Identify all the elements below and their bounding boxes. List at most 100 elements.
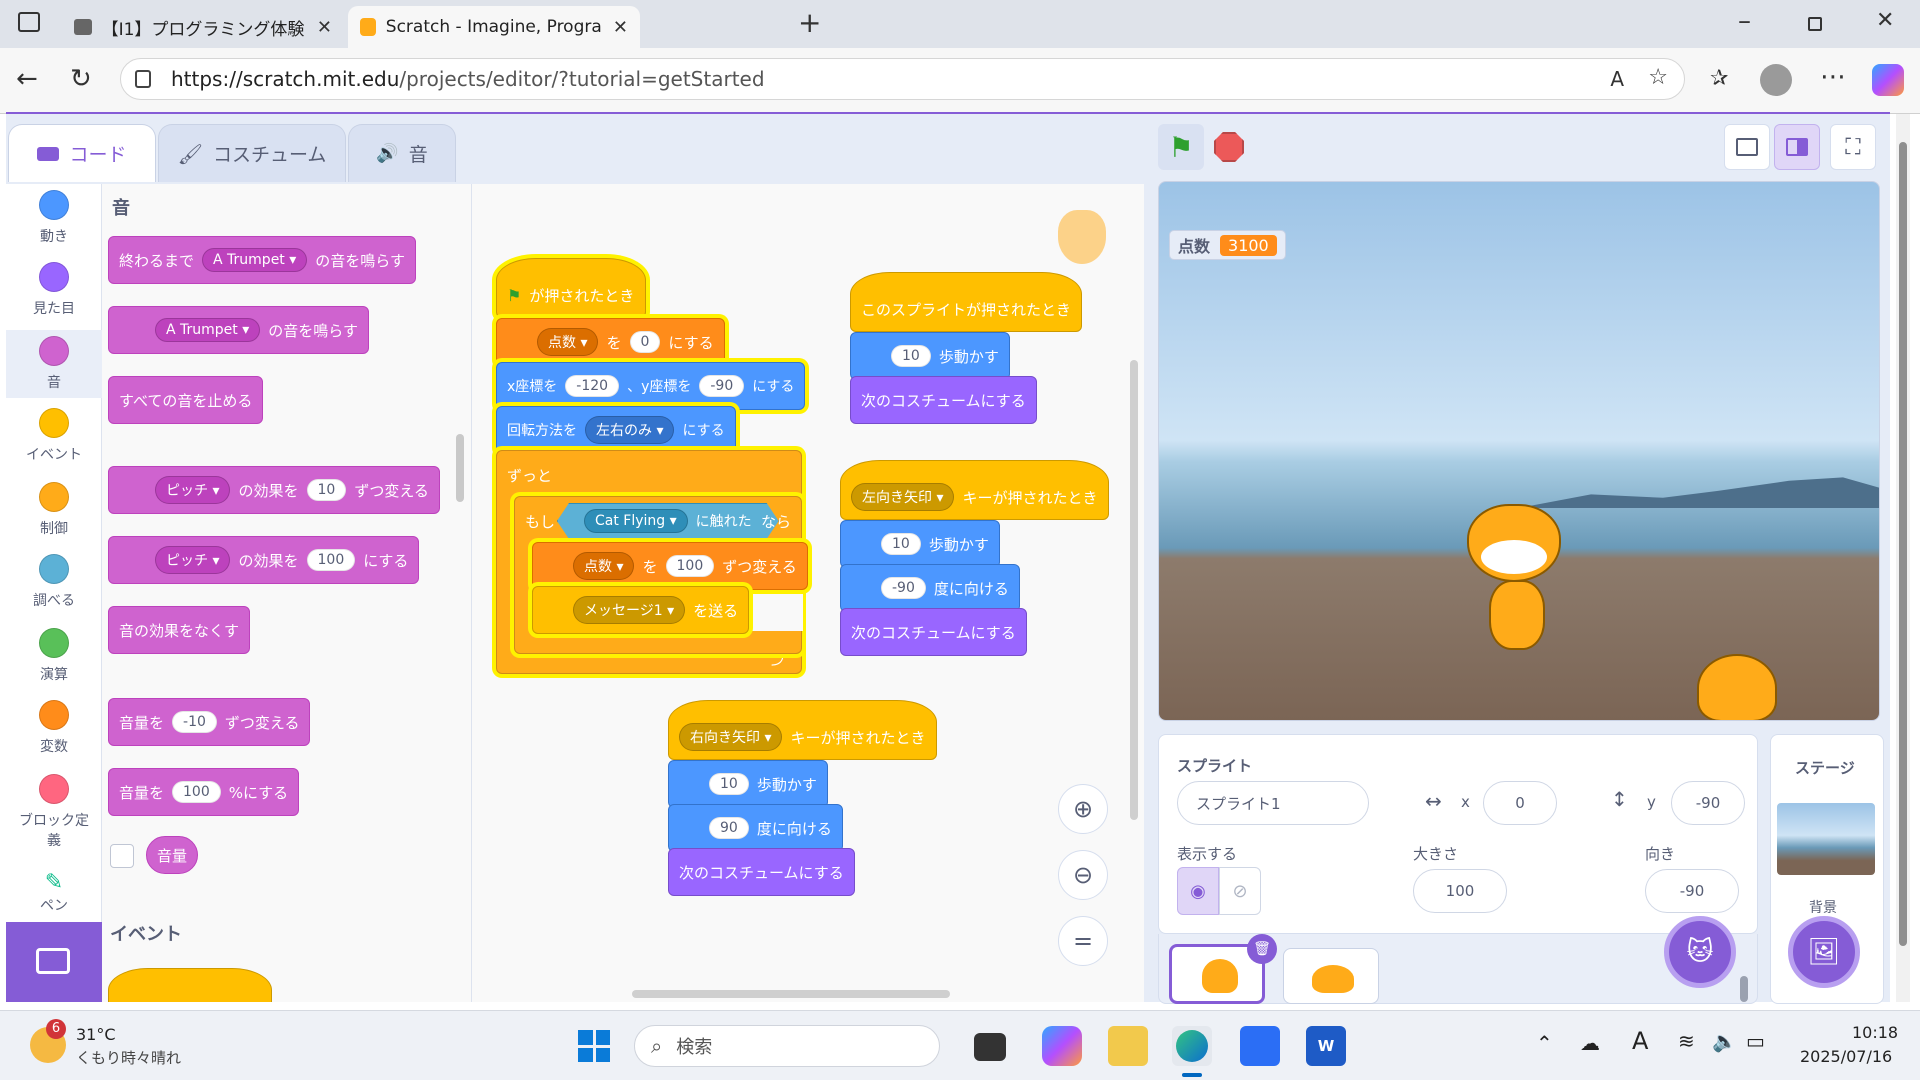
favorite-star-icon[interactable]: ☆ — [1648, 65, 1668, 90]
show-hidden-button[interactable]: ⊘ — [1219, 867, 1261, 915]
steps-input[interactable]: 10 — [891, 345, 931, 367]
workspace-vscrollbar[interactable] — [1130, 360, 1138, 820]
message-dropdown[interactable]: メッセージ1 ▾ — [573, 596, 686, 624]
block-next-costume[interactable]: 次のコスチュームにする — [668, 848, 855, 896]
key-dropdown[interactable]: 右向き矢印 ▾ — [679, 723, 783, 751]
task-view-icon[interactable] — [974, 1033, 1006, 1061]
file-explorer-icon[interactable] — [1108, 1026, 1148, 1066]
block-point-direction[interactable]: 90 度に向ける — [668, 804, 843, 852]
block-when-flag-clicked[interactable]: ⚑ が押されたとき — [496, 258, 646, 318]
category-looks[interactable]: 見た目 — [6, 262, 102, 318]
address-bar[interactable]: https://scratch.mit.edu/projects/editor/… — [120, 58, 1685, 100]
y-position-input[interactable]: -90 — [1671, 781, 1745, 825]
show-hidden-icons[interactable]: ⌃ — [1536, 1031, 1553, 1055]
block-broadcast[interactable]: メッセージ1 ▾ を送る — [532, 586, 750, 634]
category-variables[interactable]: 変数 — [6, 700, 102, 756]
tab-costumes[interactable]: 🖌 コスチューム — [158, 124, 346, 182]
value-input[interactable]: 100 — [306, 549, 356, 571]
sidebar-toggle-icon[interactable] — [18, 12, 40, 32]
add-backdrop-button[interactable]: 🖼 — [1788, 916, 1860, 988]
zoom-reset-button[interactable]: = — [1058, 916, 1108, 966]
onedrive-icon[interactable]: ☁ — [1580, 1031, 1600, 1055]
touching-condition[interactable]: Cat Flying ▾ に触れた — [557, 503, 779, 539]
effect-dropdown[interactable]: ピッチ ▾ — [155, 546, 231, 574]
sound-dropdown[interactable]: A Trumpet ▾ — [202, 248, 308, 272]
palette-scrollbar[interactable] — [456, 434, 464, 502]
stage-canvas[interactable]: 点数 3100 — [1158, 181, 1880, 721]
clock-time[interactable]: 10:18 — [1852, 1023, 1898, 1042]
fullscreen-button[interactable]: ⛶ — [1830, 124, 1876, 170]
battery-icon[interactable]: ▭ — [1746, 1029, 1765, 1053]
more-menu-icon[interactable]: ⋯ — [1820, 62, 1846, 92]
ime-icon[interactable]: A — [1632, 1027, 1648, 1055]
minimize-icon[interactable]: – — [1738, 6, 1751, 36]
category-sensing[interactable]: 調べる — [6, 554, 102, 610]
category-operators[interactable]: 演算 — [6, 628, 102, 684]
small-stage-button[interactable] — [1724, 124, 1770, 170]
close-tab-icon[interactable]: ✕ — [613, 17, 628, 38]
close-window-icon[interactable]: ✕ — [1876, 8, 1894, 33]
tab-code[interactable]: コード — [8, 124, 156, 182]
block-stop-all-sounds[interactable]: すべての音を止める — [108, 376, 264, 424]
block-move-steps[interactable]: 10 歩動かす — [850, 332, 1010, 380]
block-set-pitch-effect[interactable]: ピッチ ▾ の効果を 100 にする — [108, 536, 420, 584]
category-my-blocks[interactable]: ブロック定義 — [6, 774, 102, 850]
block-next-costume[interactable]: 次のコスチュームにする — [840, 608, 1027, 656]
x-position-input[interactable]: 0 — [1483, 781, 1557, 825]
workspace-hscrollbar[interactable] — [632, 990, 950, 998]
category-events[interactable]: イベント — [6, 408, 102, 464]
store-icon[interactable] — [1240, 1026, 1280, 1066]
wifi-icon[interactable]: ≋ — [1678, 1029, 1695, 1053]
key-dropdown[interactable]: 左向き矢印 ▾ — [851, 483, 955, 511]
effect-dropdown[interactable]: ピッチ ▾ — [155, 476, 231, 504]
back-icon[interactable]: ← — [16, 64, 38, 94]
refresh-icon[interactable]: ↻ — [70, 64, 92, 94]
steps-input[interactable]: 10 — [709, 773, 749, 795]
close-tab-icon[interactable]: ✕ — [317, 17, 332, 38]
copilot-icon[interactable] — [1872, 64, 1904, 96]
block-clear-sound-effects[interactable]: 音の効果をなくす — [108, 606, 251, 654]
delete-sprite-button[interactable]: 🗑 — [1247, 934, 1277, 964]
value-input[interactable]: 0 — [629, 331, 661, 353]
block-play-until-done[interactable]: 終わるまで A Trumpet ▾ の音を鳴らす — [108, 236, 416, 284]
sprite-dropdown[interactable]: Cat Flying ▾ — [584, 509, 688, 533]
block-set-volume[interactable]: 音量を 100 %にする — [108, 768, 300, 816]
category-sound[interactable]: 音 — [6, 330, 102, 398]
value-input[interactable]: 10 — [306, 479, 347, 501]
y-input[interactable]: -90 — [699, 375, 745, 397]
stop-button[interactable] — [1206, 124, 1252, 170]
category-motion[interactable]: 動き — [6, 190, 102, 246]
page-scrollbar[interactable] — [1896, 114, 1910, 1002]
block-event-hat-partial[interactable] — [108, 968, 272, 1002]
tab-sounds[interactable]: 🔊 音 — [348, 124, 456, 182]
copilot-app-icon[interactable] — [1042, 1026, 1082, 1066]
variable-dropdown[interactable]: 点数 ▾ — [537, 328, 599, 356]
word-icon[interactable]: W — [1306, 1026, 1346, 1066]
favorites-icon[interactable]: ✰ — [1710, 66, 1728, 91]
sprite-list-scrollbar[interactable] — [1740, 976, 1748, 1002]
size-input[interactable]: 100 — [1413, 869, 1507, 913]
block-next-costume[interactable]: 次のコスチュームにする — [850, 376, 1037, 424]
normal-stage-button[interactable] — [1774, 124, 1820, 170]
zoom-in-button[interactable]: ⊕ — [1058, 784, 1108, 834]
block-when-left-key-pressed[interactable]: 左向き矢印 ▾ キーが押されたとき — [840, 460, 1109, 520]
zoom-out-button[interactable]: ⊖ — [1058, 850, 1108, 900]
sprite-name-input[interactable]: スプライト1 — [1177, 781, 1369, 825]
block-change-pitch-effect[interactable]: ピッチ ▾ の効果を 10 ずつ変える — [108, 466, 440, 514]
volume-monitor-checkbox[interactable] — [110, 844, 134, 868]
volume-icon[interactable]: 🔈 — [1712, 1029, 1737, 1053]
block-when-sprite-clicked[interactable]: このスプライトが押されたとき — [850, 272, 1083, 332]
x-input[interactable]: -120 — [565, 375, 620, 397]
category-pen[interactable]: ✎ ペン — [6, 870, 102, 915]
block-go-to-xy[interactable]: x座標を -120 、y座標を -90 にする — [496, 362, 806, 410]
block-volume-reporter[interactable]: 音量 — [146, 836, 199, 874]
restore-icon[interactable] — [1808, 17, 1822, 31]
block-set-rotation-style[interactable]: 回転方法を 左右のみ ▾ にする — [496, 406, 736, 454]
code-workspace[interactable]: ⚑ が押されたとき 点数 ▾ を 0 にする x座標を -120 、y座標を -… — [472, 184, 1144, 1002]
add-sprite-button[interactable]: 🐱 — [1664, 916, 1736, 988]
rotation-dropdown[interactable]: 左右のみ ▾ — [585, 416, 675, 444]
clock-date[interactable]: 2025/07/16 — [1800, 1047, 1892, 1066]
block-move-steps[interactable]: 10 歩動かす — [668, 760, 828, 808]
sound-dropdown[interactable]: A Trumpet ▾ — [155, 318, 261, 342]
block-start-sound[interactable]: A Trumpet ▾ の音を鳴らす — [108, 306, 369, 354]
